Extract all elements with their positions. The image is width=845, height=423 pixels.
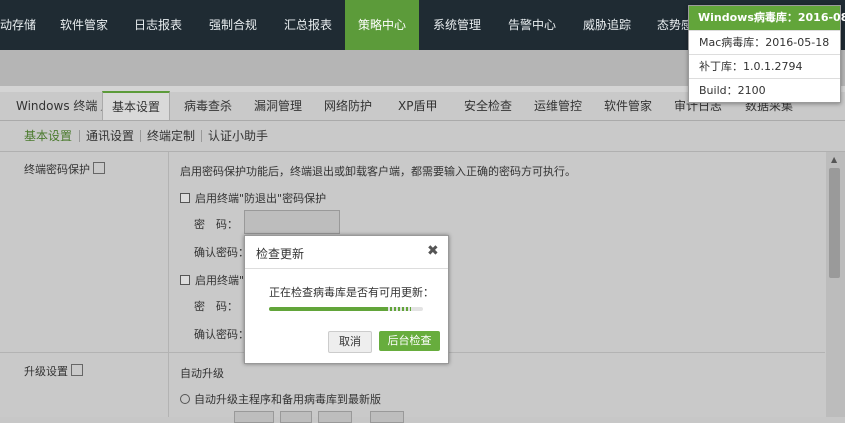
tab-label: Windows 终端 bbox=[16, 99, 98, 113]
cancel-button[interactable]: 取消 bbox=[328, 331, 372, 353]
confirm-password-label-2: 确认密码： bbox=[194, 328, 249, 341]
checkbox[interactable] bbox=[180, 193, 190, 203]
progress-fill bbox=[269, 307, 386, 311]
vertical-scrollbar[interactable]: ▲ bbox=[826, 152, 845, 417]
help-box-icon[interactable] bbox=[93, 162, 105, 174]
nav-item-software-manager[interactable]: 软件管家 bbox=[60, 0, 108, 50]
subtab-separator bbox=[140, 130, 141, 142]
subtab-basic[interactable]: 基本设置 bbox=[24, 121, 72, 151]
subtab-separator bbox=[201, 130, 202, 142]
upgrade-time-input[interactable] bbox=[280, 411, 312, 423]
column-divider bbox=[168, 152, 169, 417]
windows-virus-db-version: Windows病毒库：2016-08-31 bbox=[689, 6, 845, 30]
nav-item-alert-center[interactable]: 告警中心 bbox=[508, 0, 556, 50]
scrollbar-thumb[interactable] bbox=[829, 168, 840, 278]
auto-upgrade-label: 自动升级 bbox=[180, 367, 224, 380]
nav-item-summary-reports[interactable]: 汇总报表 bbox=[284, 0, 332, 50]
mac-virus-db-version: Mac病毒库：2016-05-18 bbox=[689, 30, 840, 55]
nav-item-storage[interactable]: 动存储 bbox=[0, 0, 36, 50]
progress-animation bbox=[386, 307, 411, 311]
patch-db-version: 补丁库：1.0.1.2794 bbox=[689, 54, 840, 79]
tab-software-manager[interactable]: 软件管家 bbox=[604, 92, 652, 120]
subtab-auth-helper[interactable]: 认证小助手 bbox=[208, 121, 268, 151]
tab-ops-control[interactable]: 运维管控 bbox=[534, 92, 582, 120]
nav-item-policy-center[interactable]: 策略中心 bbox=[345, 0, 419, 50]
scroll-up-icon[interactable]: ▲ bbox=[831, 155, 837, 164]
tab-security-check[interactable]: 安全检查 bbox=[464, 92, 512, 120]
upgrade-time-input[interactable] bbox=[318, 411, 352, 423]
tab-virus-scan[interactable]: 病毒查杀 bbox=[184, 92, 232, 120]
tab-network-protection[interactable]: 网络防护 bbox=[324, 92, 372, 120]
close-icon[interactable]: ✖ bbox=[427, 243, 439, 259]
tab-basic-settings[interactable]: 基本设置 bbox=[102, 91, 170, 120]
update-progress-bar bbox=[269, 307, 423, 311]
dialog-header: 检查更新 ✖ bbox=[245, 236, 448, 269]
radio-label: 自动升级主程序和备用病毒库到最新版 bbox=[194, 393, 381, 406]
upgrade-time-input[interactable] bbox=[370, 411, 404, 423]
radio-button[interactable] bbox=[180, 394, 190, 404]
nav-item-log-reports[interactable]: 日志报表 bbox=[134, 0, 182, 50]
build-version: Build：2100 bbox=[689, 78, 840, 103]
subtab-communication[interactable]: 通讯设置 bbox=[86, 121, 134, 151]
tab-xp-shield[interactable]: XP盾甲 bbox=[398, 92, 437, 120]
option-anti-exit[interactable]: 启用终端"防退出"密码保护 bbox=[180, 190, 326, 206]
upgrade-section-label: 升级设置 bbox=[24, 363, 83, 379]
password-label-2: 密 码： bbox=[194, 300, 238, 313]
check-update-dialog: 检查更新 ✖ 正在检查病毒库是否有可用更新： 取消 后台检查 bbox=[244, 235, 449, 364]
auto-upgrade-radio[interactable]: 自动升级主程序和备用病毒库到最新版 bbox=[180, 391, 381, 407]
checkbox-label: 启用终端"防退出"密码保护 bbox=[195, 192, 327, 205]
version-info-popup: Windows病毒库：2016-08-31 Mac病毒库：2016-05-18 … bbox=[688, 5, 845, 103]
password-section-label: 终端密码保护 bbox=[24, 161, 105, 177]
checkbox[interactable] bbox=[180, 275, 190, 285]
upgrade-time-input[interactable] bbox=[234, 411, 274, 423]
nav-item-compliance[interactable]: 强制合规 bbox=[209, 0, 257, 50]
dialog-message: 正在检查病毒库是否有可用更新： bbox=[269, 286, 434, 299]
nav-item-system-management[interactable]: 系统管理 bbox=[433, 0, 481, 50]
sub-tabs: 基本设置 通讯设置 终端定制 认证小助手 bbox=[0, 121, 845, 152]
help-box-icon[interactable] bbox=[71, 364, 83, 376]
password-description: 启用密码保护功能后，终端退出或卸载客户端，都需要输入正确的密码方可执行。 bbox=[180, 165, 576, 178]
section-title: 终端密码保护 bbox=[24, 163, 90, 176]
tab-vulnerability[interactable]: 漏洞管理 bbox=[254, 92, 302, 120]
tab-windows-terminal[interactable]: Windows 终端◢ bbox=[16, 92, 106, 120]
confirm-password-label: 确认密码： bbox=[194, 246, 249, 259]
subtab-custom[interactable]: 终端定制 bbox=[147, 121, 195, 151]
section-title: 升级设置 bbox=[24, 365, 68, 378]
password-input[interactable] bbox=[244, 210, 340, 234]
subtab-separator bbox=[79, 130, 80, 142]
background-check-button[interactable]: 后台检查 bbox=[379, 331, 440, 351]
nav-item-threat-tracking[interactable]: 威胁追踪 bbox=[583, 0, 631, 50]
dialog-title: 检查更新 bbox=[256, 247, 305, 261]
password-label: 密 码： bbox=[194, 218, 238, 231]
